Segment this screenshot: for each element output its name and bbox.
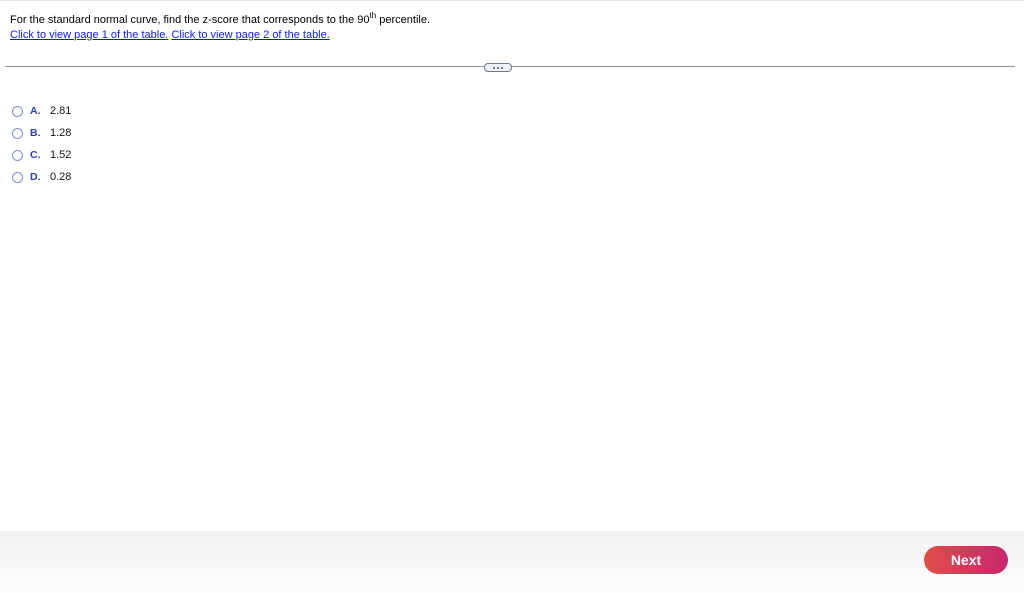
option-d[interactable]: D. 0.28 bbox=[12, 166, 71, 188]
option-a[interactable]: A. 2.81 bbox=[12, 100, 71, 122]
radio-button[interactable] bbox=[12, 127, 23, 139]
radio-button[interactable] bbox=[12, 149, 23, 161]
option-letter: C. bbox=[30, 149, 41, 161]
top-border bbox=[0, 0, 1024, 1]
option-letter: D. bbox=[30, 171, 41, 183]
table-page-2-link[interactable]: Click to view page 2 of the table. bbox=[171, 29, 329, 41]
ellipsis-icon-dot bbox=[501, 66, 503, 69]
option-letter: B. bbox=[30, 127, 41, 139]
option-value: 1.28 bbox=[50, 127, 72, 139]
question-text-end: percentile. bbox=[376, 14, 431, 26]
option-b[interactable]: B. 1.28 bbox=[12, 122, 71, 144]
ellipsis-icon-dot bbox=[497, 66, 499, 69]
radio-button[interactable] bbox=[12, 171, 23, 183]
option-value: 1.52 bbox=[50, 149, 72, 161]
option-c[interactable]: C. 1.52 bbox=[12, 144, 71, 166]
question-text: For the standard normal curve, find the … bbox=[10, 12, 431, 27]
option-letter: A. bbox=[30, 105, 41, 117]
option-value: 0.28 bbox=[50, 171, 72, 183]
table-page-1-link[interactable]: Click to view page 1 of the table. bbox=[10, 29, 168, 41]
question-text-main: For the standard normal curve, find the … bbox=[10, 14, 370, 26]
next-button[interactable]: Next bbox=[924, 546, 1008, 574]
option-value: 2.81 bbox=[50, 105, 72, 117]
ellipsis-icon-dot bbox=[493, 66, 495, 69]
footer-bar bbox=[0, 531, 1024, 593]
table-links: Click to view page 1 of the table. Click… bbox=[10, 28, 330, 42]
radio-button[interactable] bbox=[12, 105, 23, 117]
expand-more-button[interactable] bbox=[484, 63, 512, 72]
answer-options: A. 2.81 B. 1.28 C. 1.52 D. 0.28 bbox=[12, 100, 71, 188]
